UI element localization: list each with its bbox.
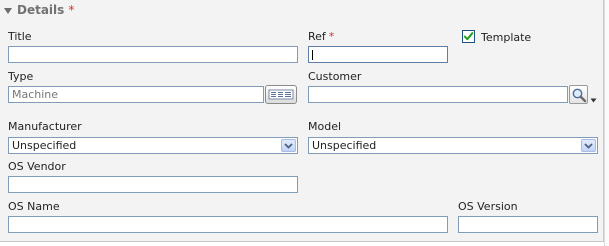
manufacturer-selected-value: Unspecified [12,139,77,152]
model-selected-value: Unspecified [312,139,377,152]
customer-dropdown-button[interactable] [589,91,597,103]
ref-label-text: Ref [308,30,326,43]
title-label: Title [8,30,32,43]
template-checkbox[interactable] [462,30,475,43]
required-marker: * [68,3,75,17]
customer-search-button[interactable] [569,85,588,104]
model-dropdown-arrow[interactable] [581,139,596,152]
type-input[interactable]: Machine [8,86,264,103]
list-icon [268,89,294,100]
magnifier-icon [572,88,586,102]
manufacturer-select[interactable]: Unspecified [8,137,298,154]
customer-label: Customer [308,70,362,83]
type-label: Type [8,70,34,83]
small-down-arrow-icon [590,98,596,103]
chevron-down-icon [284,142,293,149]
os-vendor-input[interactable] [8,176,298,193]
ref-input[interactable] [308,46,448,63]
customer-input[interactable] [308,86,568,103]
os-name-input[interactable] [8,216,448,233]
model-label: Model [308,120,342,133]
os-version-label: OS Version [458,200,518,213]
ref-required-marker: * [328,30,335,43]
checkmark-icon [463,32,474,41]
section-title: Details [17,3,65,17]
details-section-header[interactable]: Details * [4,2,74,18]
ref-label: Ref * [308,30,334,43]
title-input[interactable] [8,46,298,63]
manufacturer-label: Manufacturer [8,120,82,133]
chevron-down-icon [584,142,593,149]
details-panel: Details * Title Ref * Template Type Machi… [0,0,604,242]
text-caret [312,50,313,60]
template-label[interactable]: Template [481,31,531,44]
type-list-button[interactable] [265,85,297,104]
manufacturer-dropdown-arrow[interactable] [281,139,296,152]
model-select[interactable]: Unspecified [308,137,598,154]
os-vendor-label: OS Vendor [8,160,66,173]
os-name-label: OS Name [8,200,60,213]
collapse-triangle-icon[interactable] [4,7,12,14]
os-version-input[interactable] [458,216,598,233]
scrollbar-edge[interactable] [604,0,609,246]
